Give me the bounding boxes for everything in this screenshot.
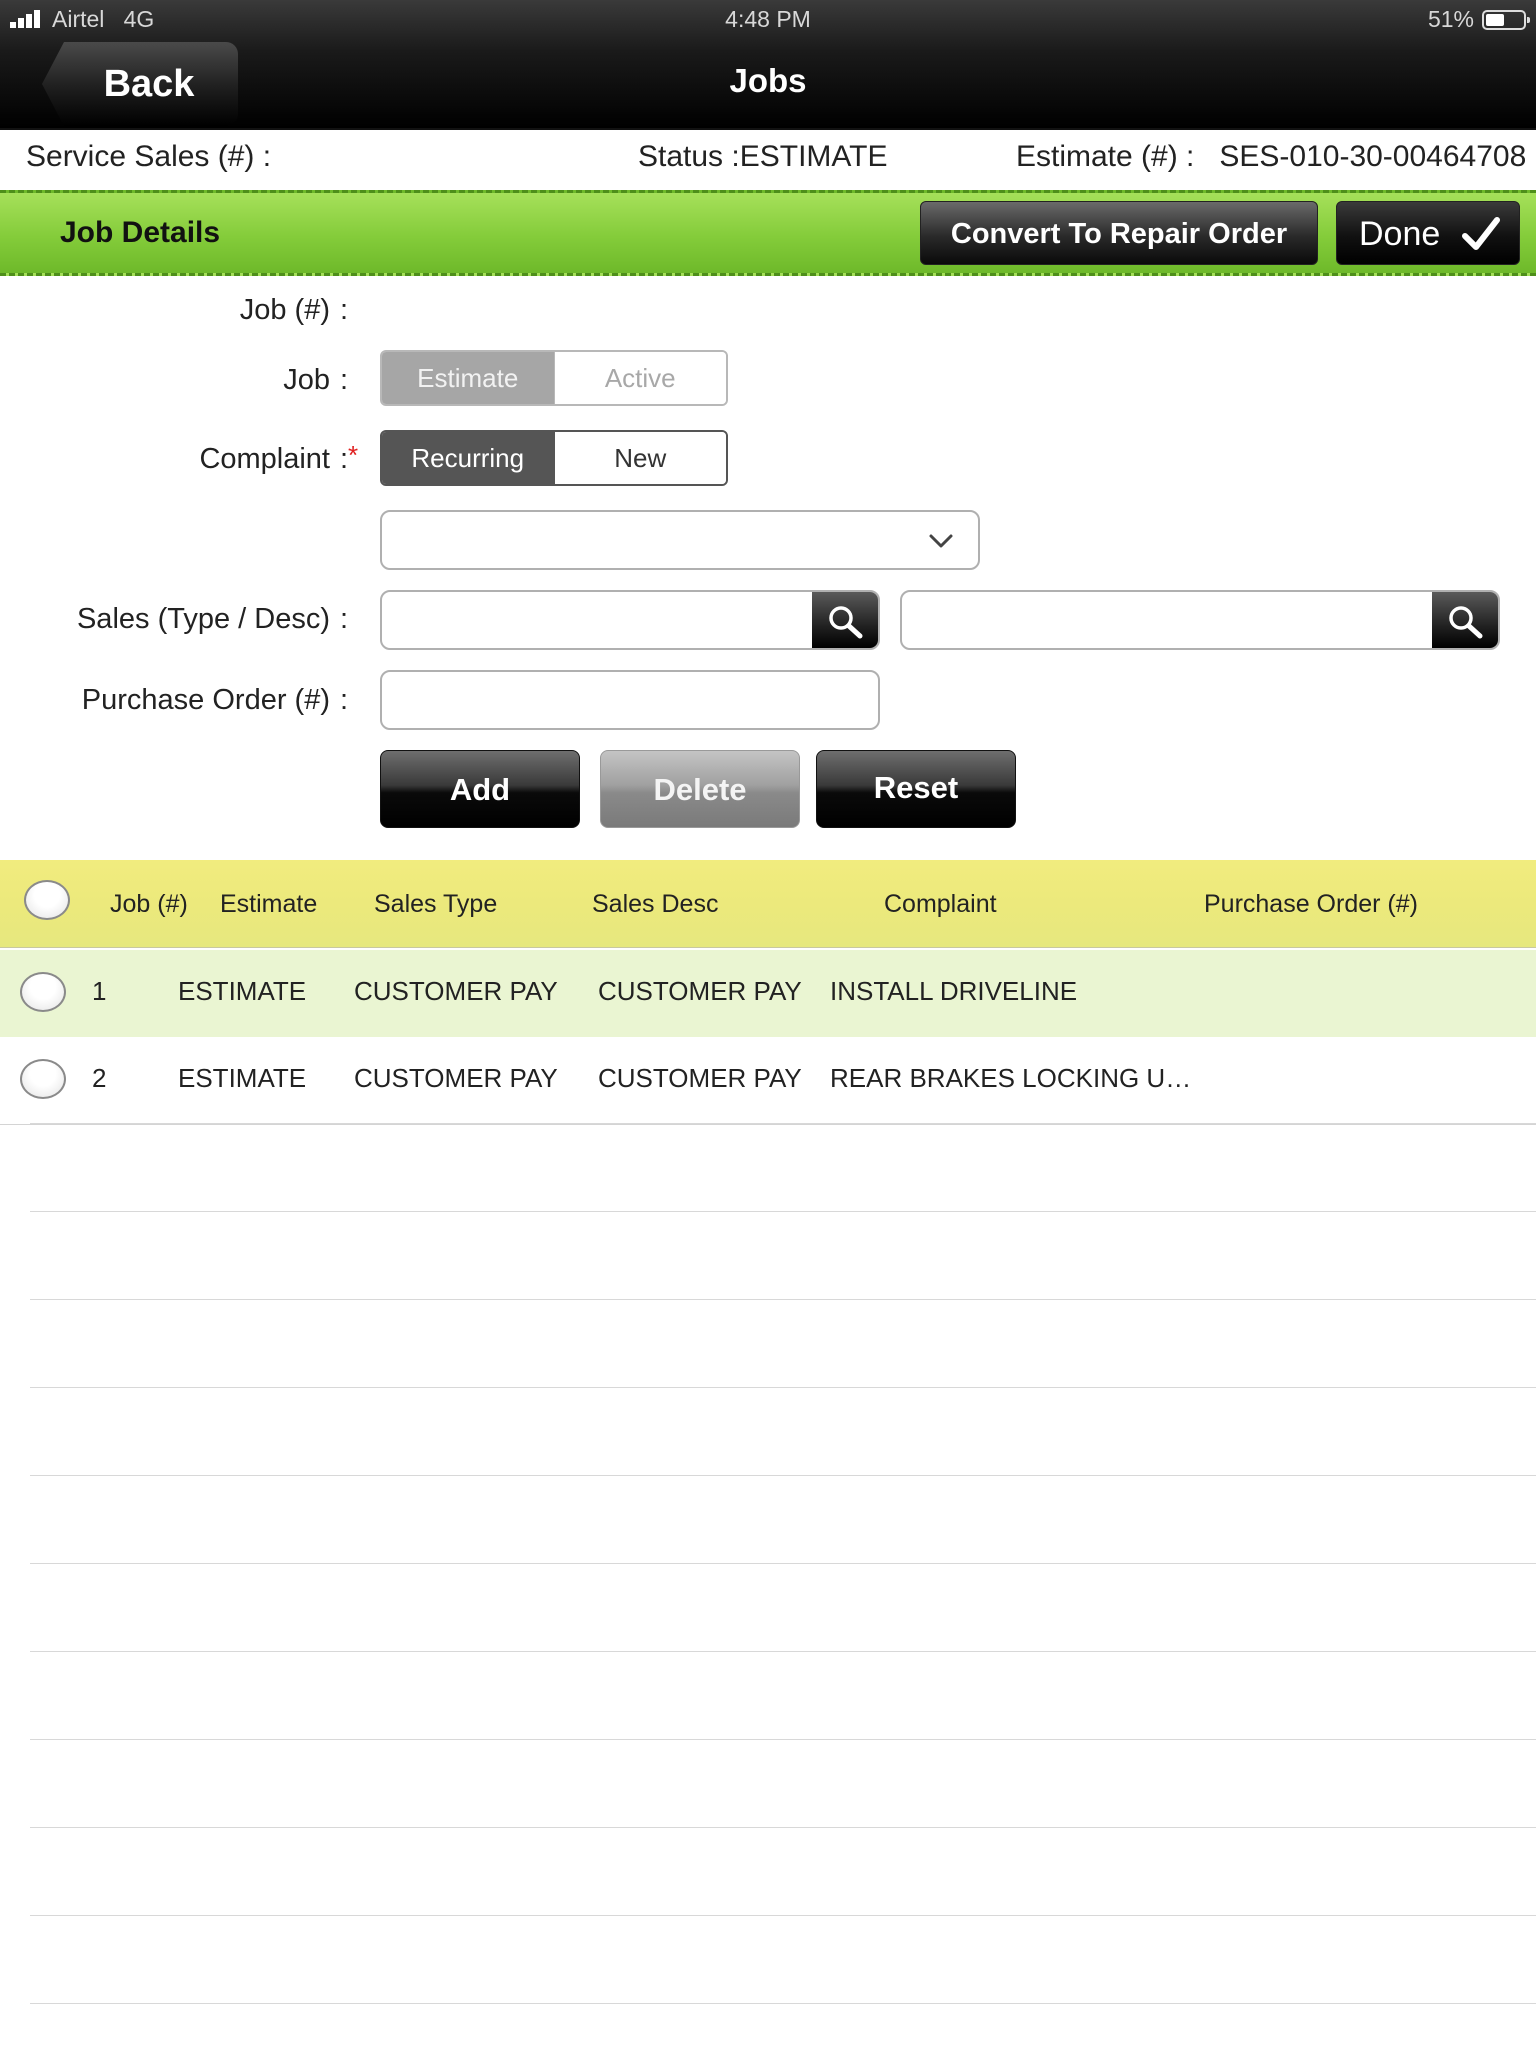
check-icon — [1462, 217, 1500, 250]
done-label: Done — [1359, 215, 1441, 253]
cell-job-number: 1 — [92, 976, 107, 1006]
row-select-radio[interactable] — [20, 1059, 66, 1099]
battery-percent: 51% — [1427, 6, 1474, 32]
row-divider — [30, 1915, 1536, 1916]
row-divider — [30, 1827, 1536, 1828]
table-row[interactable]: 2 ESTIMATE CUSTOMER PAY CUSTOMER PAY REA… — [0, 1037, 1536, 1125]
colon: : — [340, 603, 349, 635]
search-icon — [829, 606, 863, 639]
select-all-radio[interactable] — [24, 880, 70, 920]
column-header-sales-desc: Sales Desc — [592, 890, 719, 918]
done-button[interactable]: Done — [1336, 201, 1520, 265]
job-number-label: Job (#) — [239, 294, 330, 326]
sales-type-search-button[interactable] — [812, 592, 878, 648]
status-label: Status :ESTIMATE — [638, 140, 888, 173]
colon: : — [340, 443, 349, 475]
delete-button[interactable]: Delete — [600, 750, 800, 828]
required-marker: * — [348, 440, 359, 470]
add-button[interactable]: Add — [380, 750, 580, 828]
cell-complaint: INSTALL DRIVELINE — [830, 976, 1078, 1006]
sales-desc-input[interactable] — [900, 590, 1500, 650]
row-select-radio[interactable] — [20, 972, 66, 1012]
complaint-label: Complaint — [199, 443, 330, 475]
battery-icon — [1482, 10, 1530, 30]
cell-complaint: REAR BRAKES LOCKING U… — [830, 1063, 1192, 1093]
complaint-type-segmented-control: Recurring New — [380, 430, 728, 486]
row-divider — [30, 1299, 1536, 1300]
row-divider — [30, 1211, 1536, 1212]
cell-sales-desc: CUSTOMER PAY — [598, 976, 802, 1006]
convert-to-repair-order-button[interactable]: Convert To Repair Order — [920, 201, 1318, 265]
colon: : — [340, 364, 349, 396]
sales-desc-search-button[interactable] — [1432, 592, 1498, 648]
page-title: Jobs — [729, 62, 807, 99]
column-header-estimate: Estimate — [220, 890, 318, 918]
complaint-dropdown[interactable] — [380, 510, 980, 570]
search-icon — [1449, 606, 1483, 639]
reset-button[interactable]: Reset — [816, 750, 1016, 828]
column-header-sales-type: Sales Type — [374, 890, 498, 918]
row-divider — [30, 2003, 1536, 2004]
service-sales-label: Service Sales (#) : — [26, 140, 272, 173]
cell-job-number: 2 — [92, 1063, 107, 1093]
status-time: 4:48 PM — [725, 6, 811, 32]
column-header-purchase-order: Purchase Order (#) — [1204, 890, 1418, 918]
column-header-complaint: Complaint — [884, 890, 997, 918]
sales-type-desc-label: Sales (Type / Desc) — [76, 603, 330, 635]
cell-sales-type: CUSTOMER PAY — [354, 1063, 558, 1093]
purchase-order-input[interactable] — [380, 670, 880, 730]
sales-type-input[interactable] — [380, 590, 880, 650]
job-label: Job — [283, 364, 330, 396]
column-header-job-number: Job (#) — [110, 890, 188, 918]
segment-new[interactable]: New — [553, 432, 726, 484]
cell-sales-desc: CUSTOMER PAY — [598, 1063, 802, 1093]
row-divider — [30, 1475, 1536, 1476]
estimate-number: Estimate (#) : SES-010-30-00464708 — [1016, 140, 1527, 173]
purchase-order-label: Purchase Order (#) — [81, 684, 330, 716]
segment-active[interactable]: Active — [553, 352, 726, 404]
job-type-segmented-control: Estimate Active — [380, 350, 728, 406]
cell-estimate: ESTIMATE — [178, 1063, 307, 1093]
segment-estimate[interactable]: Estimate — [382, 352, 554, 404]
row-divider — [30, 1563, 1536, 1564]
row-divider — [30, 1123, 1536, 1124]
table-row[interactable]: 1 ESTIMATE CUSTOMER PAY CUSTOMER PAY INS… — [0, 950, 1536, 1038]
section-title: Job Details — [60, 216, 221, 249]
segment-recurring[interactable]: Recurring — [382, 432, 554, 484]
chevron-down-icon — [929, 534, 953, 548]
row-divider — [30, 1739, 1536, 1740]
row-divider — [30, 1387, 1536, 1388]
cell-sales-type: CUSTOMER PAY — [354, 976, 558, 1006]
colon: : — [340, 684, 349, 716]
colon: : — [340, 294, 349, 326]
cell-estimate: ESTIMATE — [178, 976, 307, 1006]
row-divider — [30, 1651, 1536, 1652]
